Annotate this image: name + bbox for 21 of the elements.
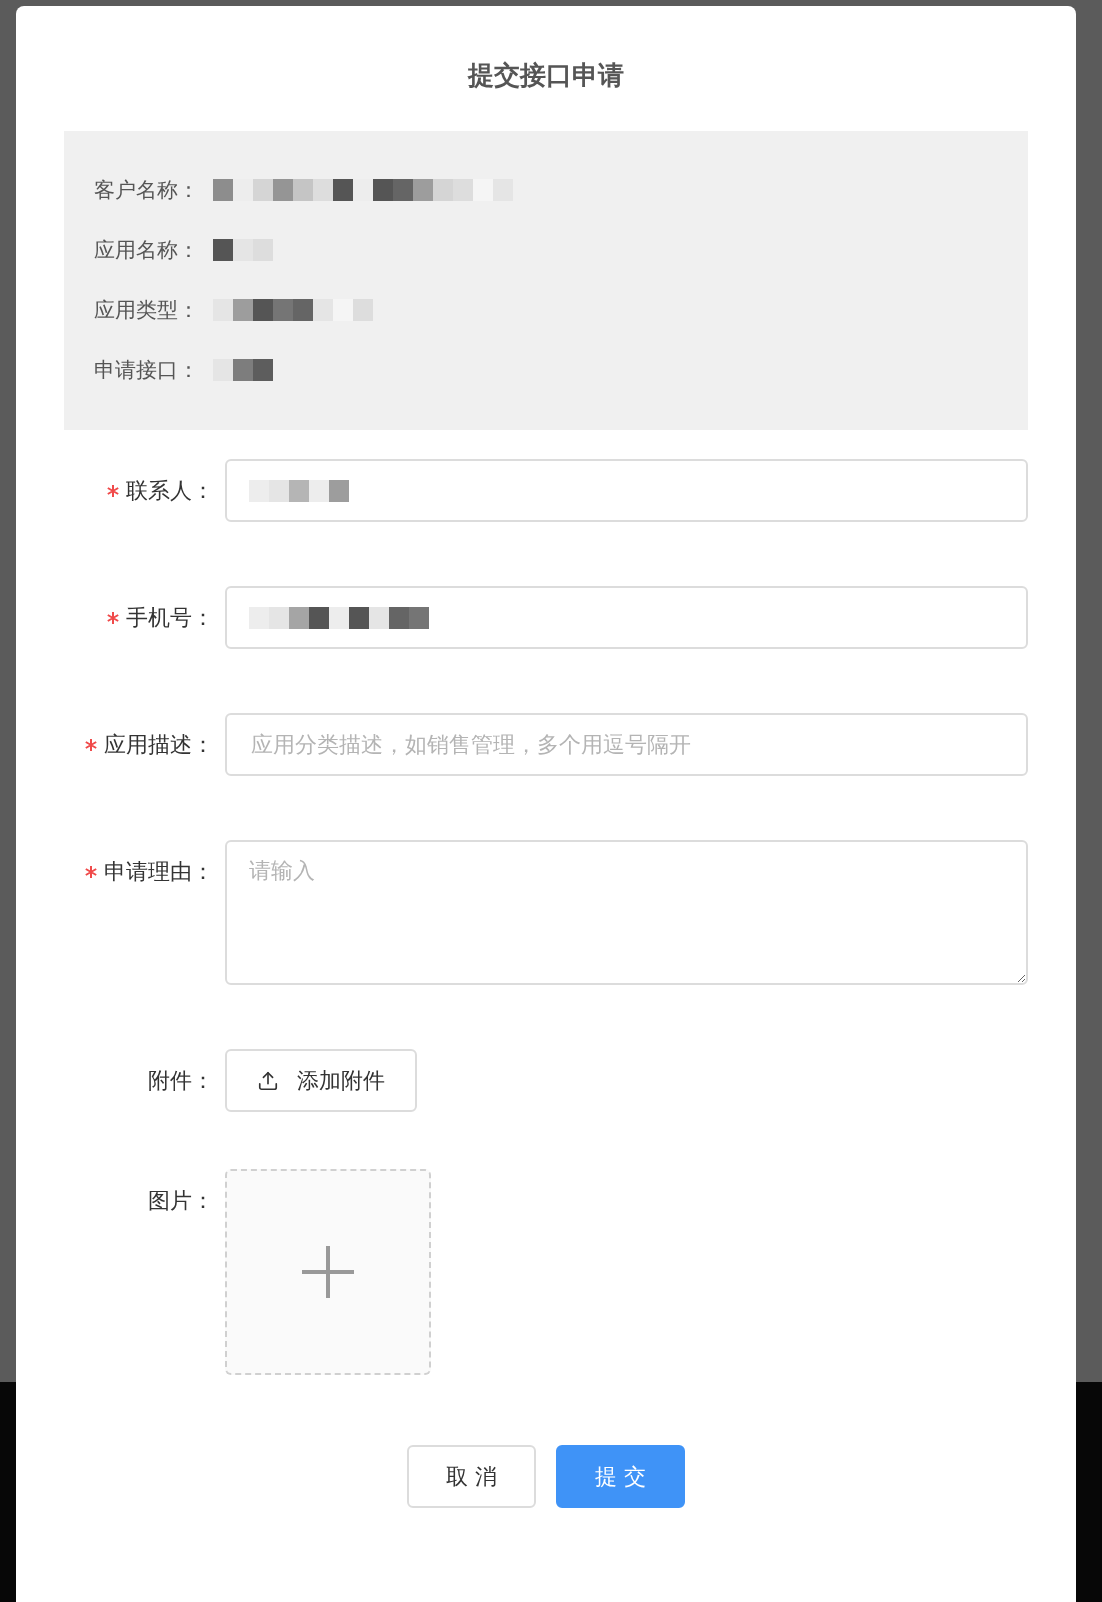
field-label: 申请理由： [104,857,214,886]
image-upload-area[interactable] [225,1169,431,1375]
text-field[interactable]: 应用分类描述，如销售管理，多个用逗号隔开 [225,713,1028,776]
input-field: 应用分类描述，如销售管理，多个用逗号隔开 [249,731,1004,758]
plus-icon [302,1246,354,1298]
upload-icon [257,1069,279,1092]
info-label: 应用名称： [94,237,199,264]
field-label: 手机号： [126,603,214,632]
dialog-title: 提交接口申请 [468,59,624,92]
cancel-button[interactable]: 取 消 [407,1445,536,1508]
info-label: 应用类型： [94,297,199,324]
field-label: 图片： [148,1186,214,1215]
text-field[interactable] [225,459,1028,522]
textarea-field[interactable]: 请输入 [225,840,1028,985]
info-label: 申请接口： [94,357,199,384]
field-label: 应用描述： [104,730,214,759]
text-field[interactable] [225,586,1028,649]
info-label: 客户名称： [94,177,199,204]
add-attachment-button[interactable]: 添加附件 [225,1049,417,1112]
field-label: 联系人： [126,476,214,505]
field-label: 附件： [148,1066,214,1095]
